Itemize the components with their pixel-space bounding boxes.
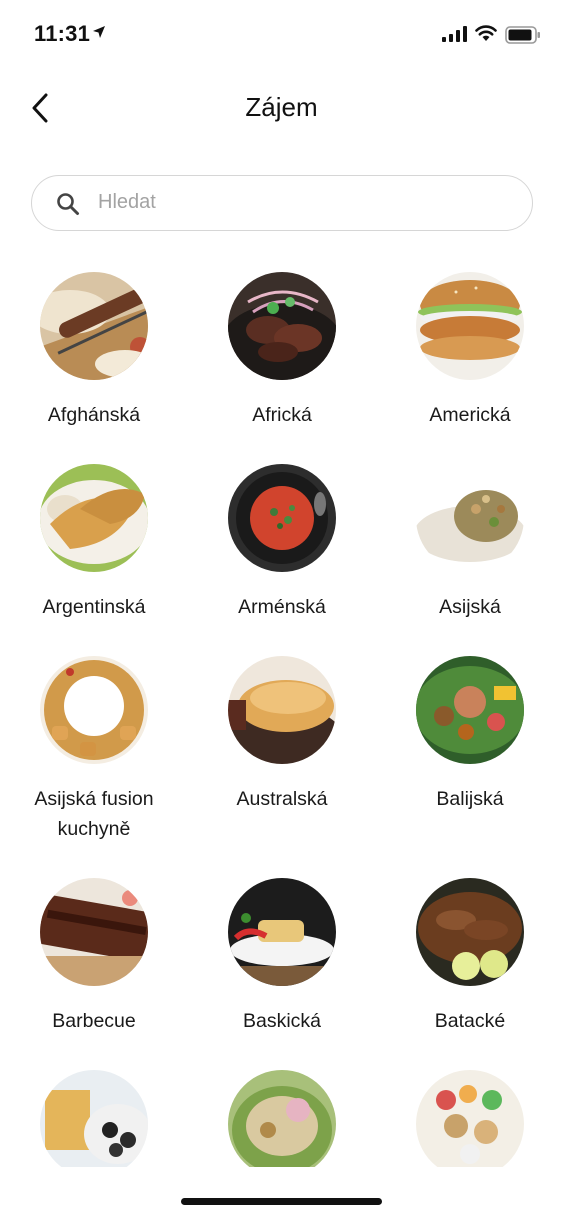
cuisine-label: Barbecue	[52, 1010, 136, 1032]
cuisine-image	[416, 878, 524, 986]
cuisine-label: Africká	[252, 404, 312, 426]
cuisine-item-asijska[interactable]: Asijská	[376, 464, 563, 622]
cuisine-label: Batacké	[434, 1010, 506, 1032]
cuisine-image	[40, 656, 148, 764]
cuisine-item-argentinska[interactable]: Argentinská	[0, 464, 188, 622]
home-indicator[interactable]	[181, 1198, 382, 1205]
status-time: 11:31	[34, 21, 91, 46]
search-field[interactable]	[31, 175, 533, 231]
cuisine-item[interactable]	[376, 1070, 563, 1167]
search-icon	[57, 193, 79, 215]
page-title: Zájem	[245, 92, 318, 122]
cuisine-item-australska[interactable]: Australská	[188, 656, 376, 814]
cuisine-image	[228, 464, 336, 572]
cuisine-item-asijska-fusion[interactable]: Asijská fusion kuchyně	[0, 656, 188, 844]
cuisine-label: Arménská	[238, 596, 326, 618]
cellular-signal-icon	[442, 26, 467, 42]
battery-icon	[505, 26, 540, 44]
cuisine-item[interactable]	[0, 1070, 188, 1167]
cuisine-label: Balijská	[436, 788, 504, 810]
cuisine-label: Australská	[236, 788, 328, 810]
location-arrow-icon	[93, 26, 105, 38]
navigation-bar: Zájem	[0, 80, 563, 136]
cuisine-item-batacke[interactable]: Batacké	[376, 878, 563, 1036]
cuisine-image	[416, 464, 524, 572]
cuisine-label: Afghánská	[47, 404, 141, 426]
cuisine-image	[416, 1070, 524, 1167]
search-input[interactable]	[98, 176, 508, 229]
cuisine-item-baskicka[interactable]: Baskická	[188, 878, 376, 1036]
cuisine-image	[40, 464, 148, 572]
cuisine-image	[40, 272, 148, 380]
cuisine-image	[228, 272, 336, 380]
wifi-icon	[475, 25, 497, 41]
cuisine-item[interactable]	[188, 1070, 376, 1167]
cuisine-label: Asijská fusion kuchyně	[34, 788, 154, 840]
cuisine-label: Baskická	[242, 1010, 322, 1032]
cuisine-image	[228, 878, 336, 986]
cuisine-image	[228, 1070, 336, 1167]
cuisine-image	[40, 878, 148, 986]
cuisine-item-barbecue[interactable]: Barbecue	[0, 878, 188, 1036]
cuisine-image	[40, 1070, 148, 1167]
cuisine-image	[228, 656, 336, 764]
cuisine-item-armenska[interactable]: Arménská	[188, 464, 376, 622]
cuisine-item-americka[interactable]: Americká	[376, 272, 563, 430]
cuisine-image	[416, 272, 524, 380]
cuisine-item-balijska[interactable]: Balijská	[376, 656, 563, 814]
cuisine-item-africka[interactable]: Africká	[188, 272, 376, 430]
cuisine-label: Americká	[429, 404, 511, 426]
cuisine-item-afghanska[interactable]: Afghánská	[0, 272, 188, 430]
cuisine-grid: Afghánská Africká Americká Argentinská A…	[0, 272, 563, 1167]
cuisine-label: Asijská	[439, 596, 501, 618]
status-bar: 11:31	[0, 0, 563, 60]
cuisine-label: Argentinská	[42, 596, 146, 618]
cuisine-image	[416, 656, 524, 764]
